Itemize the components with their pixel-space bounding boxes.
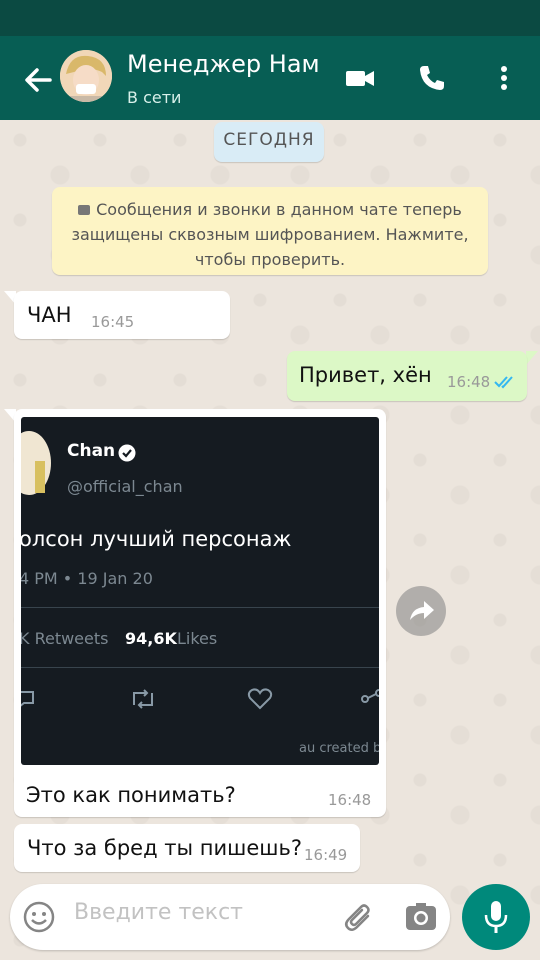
tweet-datetime: 4 PM • 19 Jan 20 [21,569,153,588]
read-ticks-icon [494,376,513,389]
tweet-watermark: au created b [299,741,379,756]
encryption-notice[interactable]: Сообщения и звонки в данном чате теперь … [52,187,488,275]
message-text: Что за бред ты пишешь? [27,836,302,860]
emoji-icon[interactable] [22,900,56,934]
chat-header: Менеджер Нам В сети [0,36,540,120]
message-time: 16:49 [304,846,348,864]
contact-status: В сети [127,88,182,107]
attach-icon[interactable] [342,900,378,936]
tweet-likes-count: 94,6K [125,629,177,648]
image-caption: Это как понимать? [26,783,236,807]
message-text: Привет, хён [299,363,432,387]
forward-button[interactable] [396,586,446,636]
voice-call-icon[interactable] [416,62,448,94]
message-input-bar[interactable]: Введите текст [10,884,450,950]
voice-message-button[interactable] [462,884,530,950]
message-input[interactable]: Введите текст [74,900,243,925]
encryption-line-3: чтобы проверить. [194,250,346,269]
tweet-divider [21,607,379,608]
contact-avatar[interactable] [60,50,112,102]
message-time: 16:48 [447,373,491,391]
message-bubble-outgoing[interactable]: Привет, хён 16:48 [287,351,527,401]
back-arrow-icon[interactable] [18,60,58,100]
lock-icon [78,205,91,215]
tweet-retweets: K Retweets [21,629,109,648]
tweet-name: Chan [67,441,116,461]
tweet-likes-label: Likes [177,629,218,648]
contact-name[interactable]: Менеджер Нам [127,50,320,78]
share-icon [361,689,379,703]
reply-icon [21,691,34,707]
tweet-divider [21,667,379,668]
tweet-handle: @official_chan [67,477,183,496]
camera-icon[interactable] [404,900,438,934]
video-call-icon[interactable] [344,62,376,94]
message-bubble-incoming[interactable]: ЧАН 16:45 [14,291,230,339]
more-options-icon[interactable] [488,62,520,94]
bubble-tail [526,351,538,365]
mic-icon [484,901,508,933]
encryption-line-1: Сообщения и звонки в данном чате теперь [52,197,488,222]
forward-icon [410,601,434,620]
message-bubble-incoming[interactable]: Что за бред ты пишешь? 16:49 [14,824,360,872]
like-icon [247,688,273,710]
tweet-screenshot-image[interactable]: Chan @official_chan олсон лучший персона… [21,417,379,765]
message-time: 16:48 [328,791,372,809]
message-text: ЧАН [27,303,72,327]
verified-badge-icon [118,444,136,462]
message-time: 16:45 [91,313,135,331]
tweet-avatar [21,431,51,495]
date-chip: СЕГОДНЯ [214,122,324,162]
retweet-icon [133,689,153,709]
status-bar [0,0,540,36]
encryption-line-2: защищены сквозным шифрованием. Нажмите, [71,225,469,244]
tweet-text: олсон лучший персонаж [21,527,292,551]
